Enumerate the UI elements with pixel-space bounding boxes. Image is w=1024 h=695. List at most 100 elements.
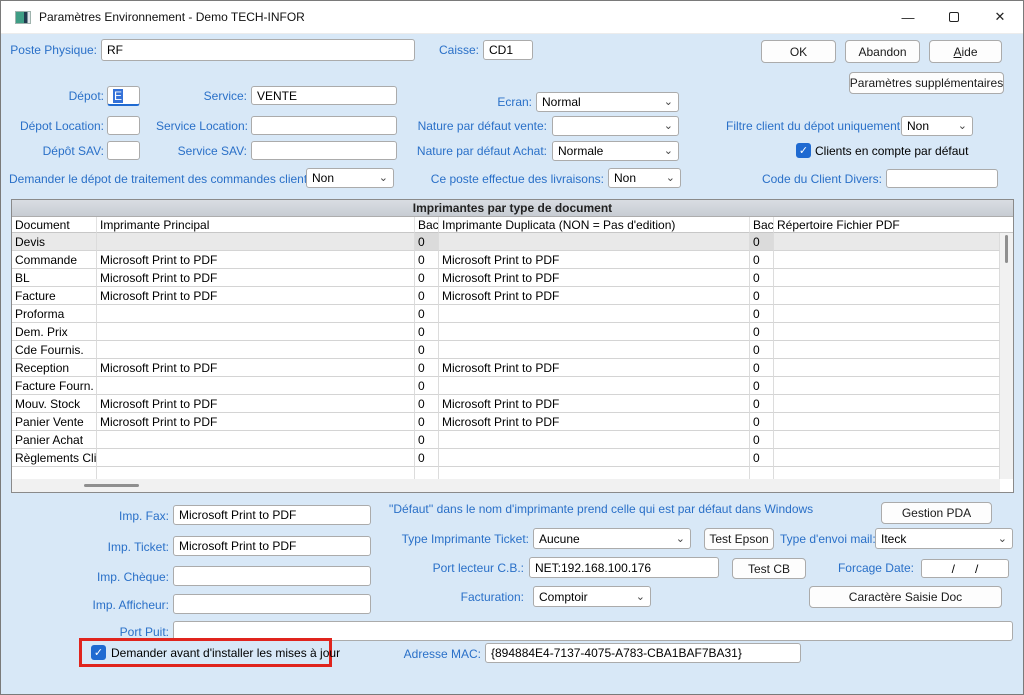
vertical-scrollbar-thumb[interactable] [1005, 235, 1008, 263]
cell-bac1[interactable]: 0 [415, 431, 439, 449]
depot-location-input[interactable] [107, 116, 140, 135]
cell-document[interactable]: Facture [12, 287, 97, 305]
cell-bac2[interactable]: 0 [750, 377, 774, 395]
cell-duplicata[interactable]: Microsoft Print to PDF [439, 359, 750, 377]
parametres-supplementaires-button[interactable]: Paramètres supplémentaires [849, 72, 1004, 94]
cell-document[interactable]: Proforma [12, 305, 97, 323]
cell-bac1[interactable]: 0 [415, 323, 439, 341]
cell-document[interactable]: BL [12, 269, 97, 287]
cell-document[interactable]: Facture Fourn. [12, 377, 97, 395]
cell-principal[interactable]: Microsoft Print to PDF [97, 359, 415, 377]
horizontal-scrollbar-thumb[interactable] [84, 484, 139, 487]
cell-bac2[interactable]: 0 [750, 449, 774, 467]
cell-document[interactable]: Devis [12, 233, 97, 251]
cell-principal[interactable] [97, 341, 415, 359]
cell-duplicata[interactable]: Microsoft Print to PDF [439, 413, 750, 431]
close-icon[interactable]: ✕ [977, 1, 1023, 33]
cell-duplicata[interactable] [439, 377, 750, 395]
cell-pdf[interactable] [774, 359, 1000, 377]
cell-duplicata[interactable]: Microsoft Print to PDF [439, 251, 750, 269]
maj-updates-label[interactable]: Demander avant d'installer les mises à j… [111, 646, 340, 660]
service-sav-input[interactable] [251, 141, 397, 160]
poste-livraisons-select[interactable]: Non⌄ [608, 168, 681, 188]
cell-duplicata[interactable]: Microsoft Print to PDF [439, 395, 750, 413]
cell-pdf[interactable] [774, 305, 1000, 323]
cell-principal[interactable] [97, 449, 415, 467]
service-input[interactable]: VENTE [251, 86, 397, 105]
table-row[interactable]: Règlements Clie00 [12, 449, 1000, 467]
cell-document[interactable]: Commande [12, 251, 97, 269]
type-imprimante-ticket-select[interactable]: Aucune⌄ [533, 528, 691, 549]
cell-bac2[interactable]: 0 [750, 359, 774, 377]
cell-duplicata[interactable] [439, 341, 750, 359]
cell-principal[interactable]: Microsoft Print to PDF [97, 395, 415, 413]
cell-bac2[interactable]: 0 [750, 269, 774, 287]
code-client-divers-input[interactable] [886, 169, 998, 188]
cell-pdf[interactable] [774, 323, 1000, 341]
cell-bac2[interactable]: 0 [750, 287, 774, 305]
demander-depot-select[interactable]: Non⌄ [306, 168, 394, 188]
cell-bac2[interactable]: 0 [750, 251, 774, 269]
cell-bac2[interactable]: 0 [750, 305, 774, 323]
cell-bac1[interactable]: 0 [415, 341, 439, 359]
cell-duplicata[interactable] [439, 233, 750, 251]
cell-pdf[interactable] [774, 233, 1000, 251]
cell-principal[interactable] [97, 305, 415, 323]
cell-bac1[interactable]: 0 [415, 287, 439, 305]
caisse-input[interactable]: CD1 [483, 40, 533, 60]
table-row[interactable]: Cde Fournis.00 [12, 341, 1000, 359]
cell-document[interactable]: Panier Vente [12, 413, 97, 431]
cell-duplicata[interactable] [439, 305, 750, 323]
cell-principal[interactable]: Microsoft Print to PDF [97, 287, 415, 305]
cell-pdf[interactable] [774, 251, 1000, 269]
clients-compte-label[interactable]: Clients en compte par défaut [815, 144, 968, 158]
cell-pdf[interactable] [774, 341, 1000, 359]
table-row[interactable]: Mouv. StockMicrosoft Print to PDF0Micros… [12, 395, 1000, 413]
facturation-select[interactable]: Comptoir⌄ [533, 586, 651, 607]
table-vertical-scrollbar[interactable] [1000, 233, 1013, 479]
port-lecteur-cb-input[interactable]: NET:192.168.100.176 [529, 557, 719, 578]
cell-bac2[interactable]: 0 [750, 395, 774, 413]
nature-achat-select[interactable]: Normale⌄ [552, 141, 679, 161]
cell-duplicata[interactable]: Microsoft Print to PDF [439, 287, 750, 305]
cell-duplicata[interactable] [439, 323, 750, 341]
cell-bac1[interactable]: 0 [415, 449, 439, 467]
minimize-icon[interactable]: — [885, 1, 931, 33]
cell-pdf[interactable] [774, 431, 1000, 449]
test-cb-button[interactable]: Test CB [732, 558, 806, 579]
adresse-mac-input[interactable]: {894884E4-7137-4075-A783-CBA1BAF7BA31} [485, 643, 801, 663]
poste-physique-input[interactable]: RF [101, 39, 415, 61]
clients-compte-checkbox[interactable]: ✓ [796, 143, 811, 158]
cell-bac1[interactable]: 0 [415, 233, 439, 251]
cell-principal[interactable]: Microsoft Print to PDF [97, 413, 415, 431]
forcage-date-input[interactable]: / / [921, 559, 1009, 578]
depot-input[interactable]: E [107, 86, 140, 106]
test-epson-button[interactable]: Test Epson [704, 528, 774, 550]
abandon-button[interactable]: Abandon [845, 40, 920, 63]
cell-bac1[interactable]: 0 [415, 251, 439, 269]
caractere-saisie-doc-button[interactable]: Caractère Saisie Doc [809, 586, 1002, 608]
table-row[interactable]: Panier Achat00 [12, 431, 1000, 449]
cell-principal[interactable] [97, 377, 415, 395]
cell-duplicata[interactable] [439, 431, 750, 449]
cell-pdf[interactable] [774, 269, 1000, 287]
cell-principal[interactable] [97, 323, 415, 341]
cell-principal[interactable]: Microsoft Print to PDF [97, 269, 415, 287]
cell-bac2[interactable]: 0 [750, 413, 774, 431]
maximize-icon[interactable] [931, 1, 977, 33]
cell-bac2[interactable]: 0 [750, 431, 774, 449]
imp-fax-input[interactable]: Microsoft Print to PDF [173, 505, 371, 525]
service-location-input[interactable] [251, 116, 397, 135]
ok-button[interactable]: OK [761, 40, 836, 63]
gestion-pda-button[interactable]: Gestion PDA [881, 502, 992, 524]
cell-principal[interactable]: Microsoft Print to PDF [97, 251, 415, 269]
cell-pdf[interactable] [774, 449, 1000, 467]
cell-document[interactable]: Dem. Prix [12, 323, 97, 341]
table-row[interactable]: Proforma00 [12, 305, 1000, 323]
cell-bac1[interactable]: 0 [415, 413, 439, 431]
imp-afficheur-input[interactable] [173, 594, 371, 614]
cell-bac1[interactable]: 0 [415, 269, 439, 287]
table-row[interactable]: BLMicrosoft Print to PDF0Microsoft Print… [12, 269, 1000, 287]
cell-pdf[interactable] [774, 395, 1000, 413]
cell-bac2[interactable]: 0 [750, 233, 774, 251]
